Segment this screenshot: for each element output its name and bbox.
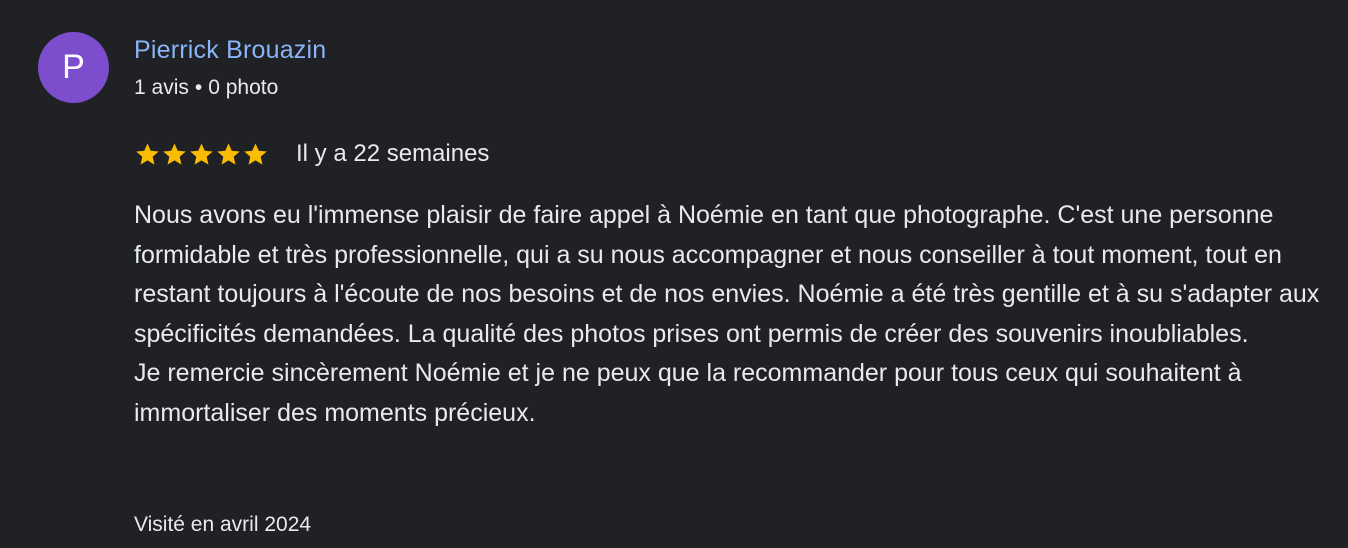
rating-row: Il y a 22 semaines: [134, 139, 489, 169]
star-icon: [242, 141, 269, 168]
avatar-initial: P: [62, 48, 85, 86]
star-icon: [215, 141, 242, 168]
star-icon: [161, 141, 188, 168]
star-icon: [188, 141, 215, 168]
review-paragraph: Je remercie sincèrement Noémie et je ne …: [134, 359, 1242, 427]
review-time: Il y a 22 semaines: [296, 140, 490, 167]
review-paragraph: Nous avons eu l'immense plaisir de faire…: [134, 201, 1320, 348]
meta-separator: •: [194, 76, 203, 99]
review-card: P Pierrick Brouazin 1 avis • 0 photo Il y …: [0, 0, 1348, 548]
star-icon: [134, 141, 161, 168]
photos-count: 0 photo: [208, 76, 279, 99]
reviews-count: 1 avis: [134, 76, 189, 99]
avatar[interactable]: P: [38, 32, 109, 103]
reviewer-meta: 1 avis • 0 photo: [134, 76, 278, 100]
reviewer-name-link[interactable]: Pierrick Brouazin: [134, 36, 326, 65]
star-rating: [134, 141, 269, 168]
visit-date: Visité en avril 2024: [134, 513, 312, 536]
review-text: Nous avons eu l'immense plaisir de faire…: [134, 196, 1346, 433]
